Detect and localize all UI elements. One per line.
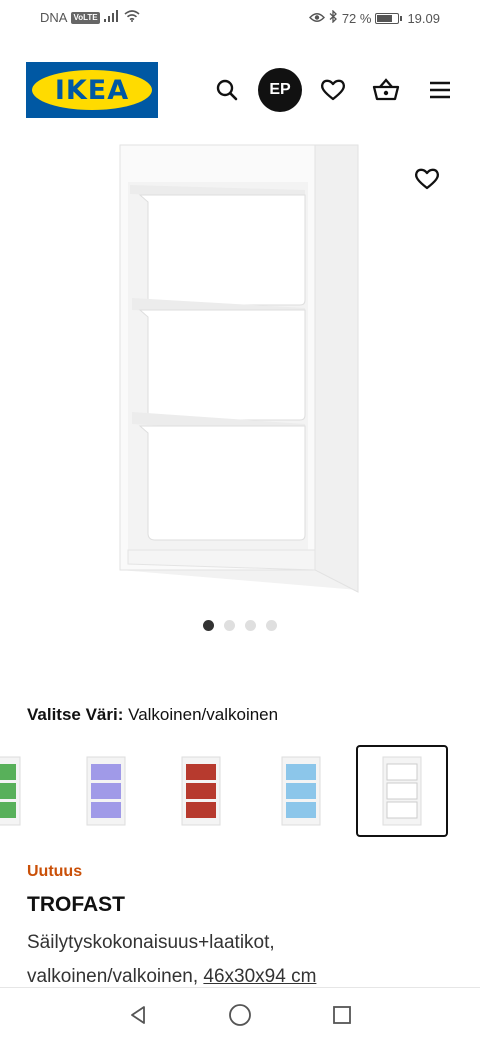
description-color: valkoinen/valkoinen, — [27, 966, 204, 987]
product-image[interactable] — [0, 130, 480, 610]
color-swatch-light-blue[interactable] — [255, 745, 347, 837]
carousel-dots — [0, 620, 480, 631]
basket-icon[interactable] — [368, 72, 404, 108]
status-left: DNA VoLTE — [40, 10, 140, 25]
bluetooth-icon — [329, 9, 338, 26]
color-prompt: Valitse Väri: — [27, 705, 124, 724]
recents-icon[interactable] — [327, 1000, 357, 1030]
back-icon[interactable] — [123, 1000, 153, 1030]
wifi-icon — [124, 10, 140, 25]
site-header: IKEA EP — [0, 60, 480, 120]
battery-icon — [375, 12, 403, 24]
menu-icon[interactable] — [422, 72, 458, 108]
carousel-dot[interactable] — [266, 620, 277, 631]
carousel-dot[interactable] — [224, 620, 235, 631]
favourite-heart-icon[interactable] — [408, 160, 446, 198]
volte-badge: VoLTE — [71, 11, 100, 24]
color-swatch-lilac[interactable] — [60, 745, 152, 837]
search-icon[interactable] — [209, 72, 245, 108]
logo-oval: IKEA — [32, 70, 152, 110]
signal-icon — [103, 10, 120, 25]
carousel-dot[interactable] — [245, 620, 256, 631]
status-right: 72 % 19.09 — [308, 9, 440, 26]
eye-icon — [308, 11, 325, 26]
product-description: Säilytyskokonaisuus+laatikot, valkoinen/… — [27, 926, 467, 994]
color-swatch-red[interactable] — [155, 745, 247, 837]
system-nav-bar — [0, 987, 480, 1040]
dimensions-link[interactable]: 46x30x94 cm — [203, 966, 316, 987]
color-selection-label: Valitse Väri: Valkoinen/valkoinen — [27, 705, 278, 725]
new-badge: Uutuus — [27, 863, 83, 880]
color-swatch-green[interactable] — [0, 745, 47, 837]
avatar[interactable]: EP — [258, 68, 302, 112]
ikea-logo[interactable]: IKEA — [26, 62, 158, 118]
product-name: TROFAST — [27, 893, 125, 916]
color-swatch-white[interactable] — [356, 745, 448, 837]
status-bar: DNA VoLTE 72 % 19.09 — [0, 0, 480, 36]
heart-icon[interactable] — [315, 72, 351, 108]
color-swatches — [0, 745, 480, 840]
description-line-1: Säilytyskokonaisuus+laatikot, — [27, 932, 275, 953]
selected-color: Valkoinen/valkoinen — [128, 705, 279, 724]
home-icon[interactable] — [225, 1000, 255, 1030]
battery-percent: 72 % — [341, 10, 372, 26]
battery-level — [377, 14, 392, 22]
avatar-initials: EP — [269, 81, 291, 98]
carrier-label: DNA — [40, 10, 68, 25]
logo-text: IKEA — [54, 74, 130, 106]
clock: 19.09 — [407, 10, 440, 26]
carousel-dot[interactable] — [203, 620, 214, 631]
